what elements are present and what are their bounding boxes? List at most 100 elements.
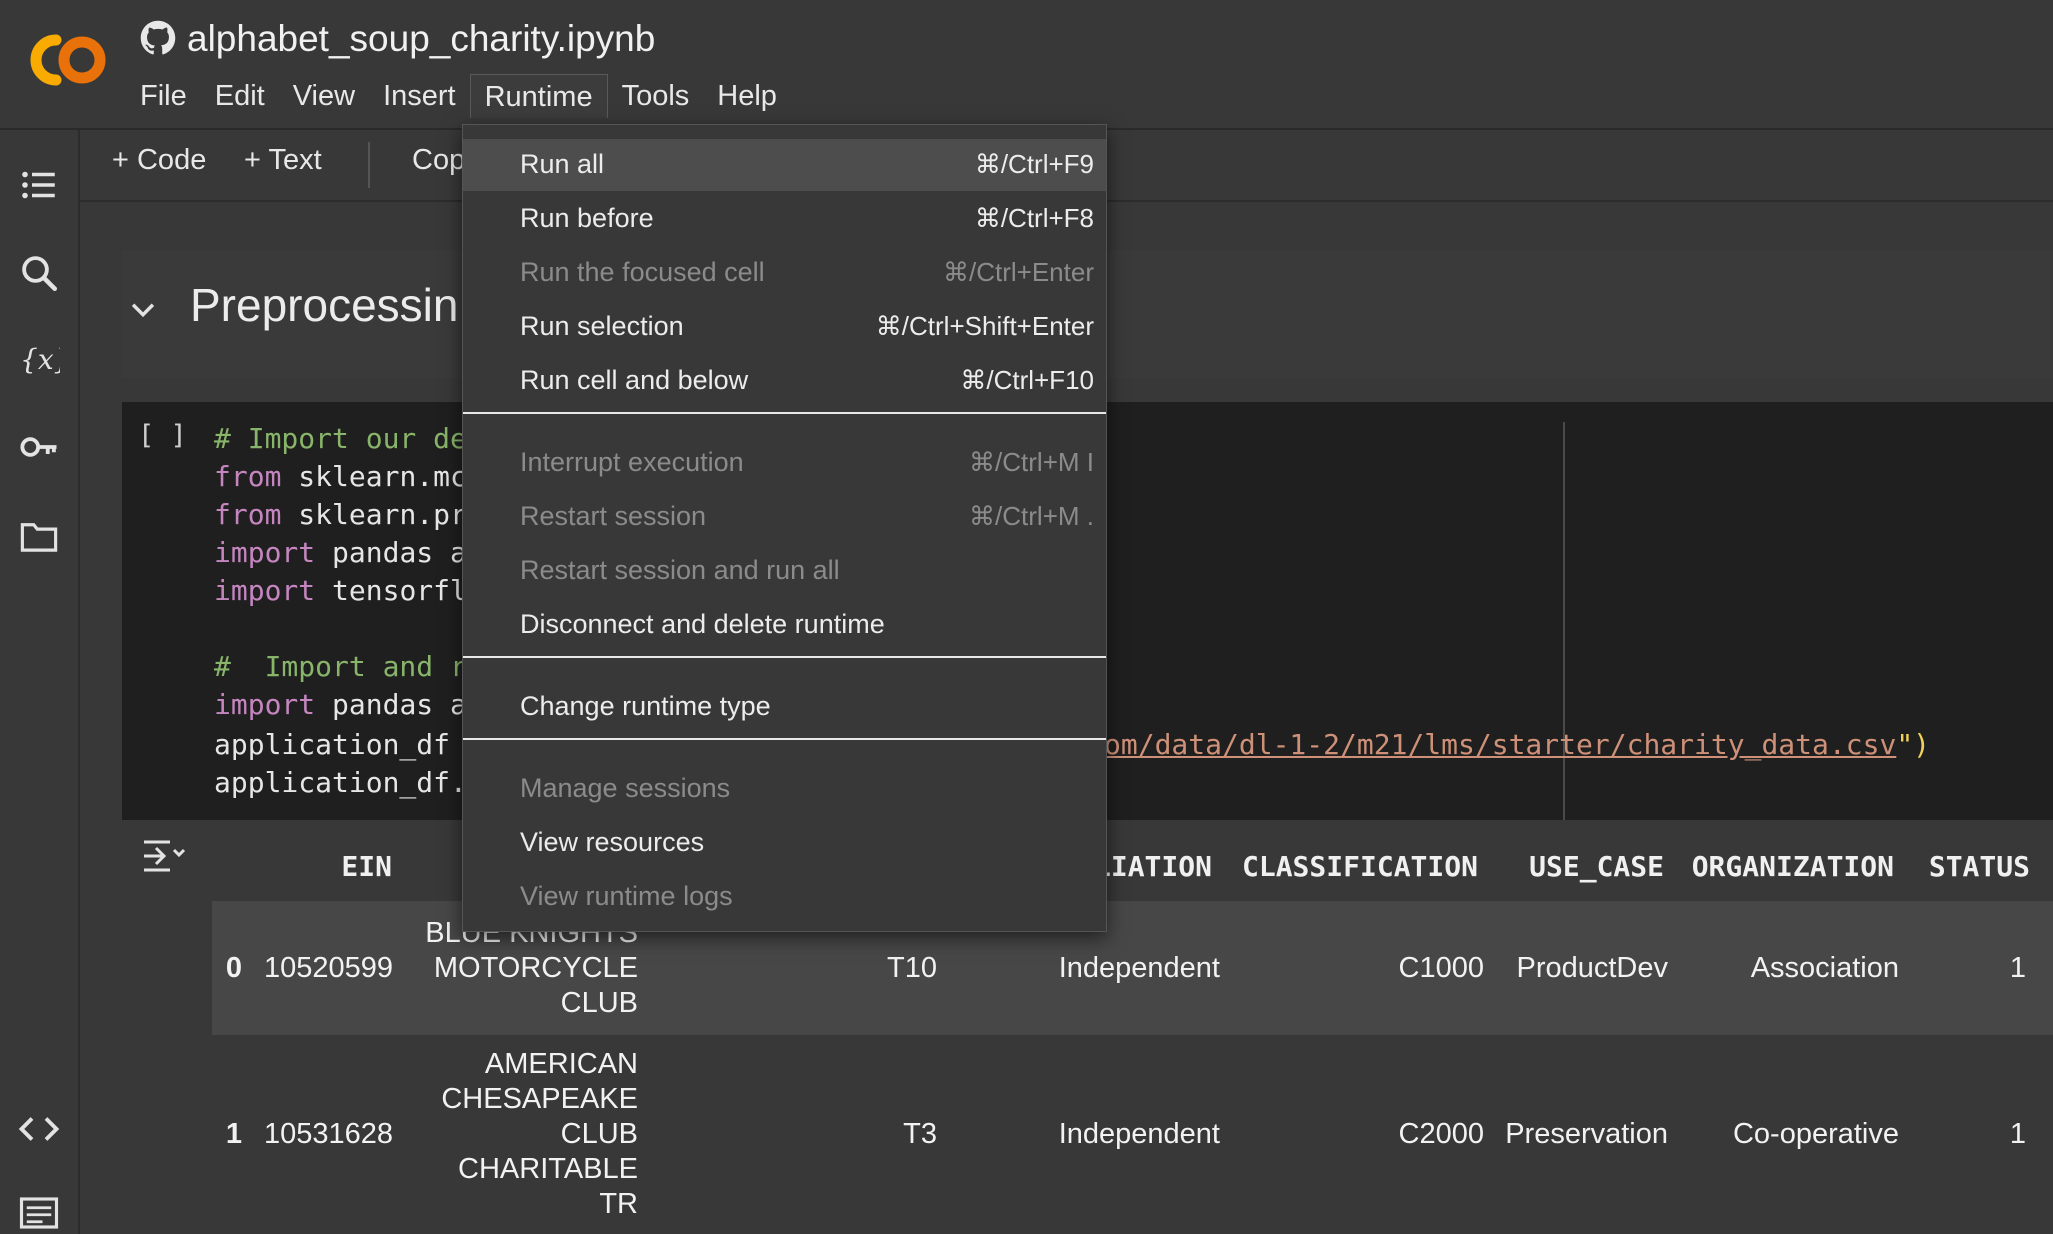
menu-item-shortcut: ⌘/Ctrl+F10: [960, 365, 1094, 395]
table-cell-app-type: T3: [903, 1117, 937, 1150]
table-cell-use-case: Preservation: [1505, 1117, 1668, 1150]
table-cell-classification: C2000: [1398, 1117, 1484, 1150]
menu-runtime[interactable]: Runtime: [469, 74, 608, 118]
add-text-cell-button[interactable]: + Text: [244, 144, 322, 177]
column-header: LIATION: [1093, 850, 1212, 883]
table-cell-ein: 10520599: [263, 951, 393, 984]
menu-item-run-selection[interactable]: Run selection ⌘/Ctrl+Shift+Enter: [463, 301, 1106, 353]
menu-item-view-runtime-logs: View runtime logs: [463, 871, 1106, 923]
menu-item-shortcut: ⌘/Ctrl+M I: [969, 447, 1094, 477]
menu-item-shortcut: ⌘/Ctrl+F8: [974, 203, 1094, 233]
code-line: application_df: [214, 728, 467, 761]
code-line: import pandas a: [214, 688, 467, 721]
code-line: import pandas a: [214, 536, 467, 569]
menu-item-run-all[interactable]: Run all ⌘/Ctrl+F9: [463, 139, 1106, 191]
code-token: application_df: [214, 728, 467, 761]
colab-logo[interactable]: [26, 30, 110, 90]
notebook-title[interactable]: alphabet_soup_charity.ipynb: [187, 18, 655, 60]
menu-bar: File Edit View Insert Runtime Tools Help: [126, 74, 791, 118]
code-token: import: [214, 536, 316, 569]
code-token: from: [214, 498, 282, 531]
table-cell-status: 1: [2009, 951, 2026, 984]
code-token: from: [214, 460, 282, 493]
menu-item-label: Run all: [520, 149, 605, 179]
table-cell-ein: 10531628: [263, 1117, 393, 1150]
menu-item-interrupt-execution: Interrupt execution ⌘/Ctrl+M I: [463, 437, 1106, 489]
runtime-menu-dropdown: Run all ⌘/Ctrl+F9 Run before ⌘/Ctrl+F8 Run t…: [462, 124, 1107, 932]
code-line: # Import and r: [214, 650, 467, 683]
menu-item-shortcut: ⌘/Ctrl+M .: [969, 501, 1094, 531]
url-close-paren: "): [1896, 728, 1931, 761]
menu-item-label: Disconnect and delete runtime: [520, 609, 885, 639]
left-sidebar: {x}: [0, 130, 80, 1234]
add-code-cell-button[interactable]: + Code: [112, 144, 206, 177]
menu-divider: [463, 738, 1106, 740]
code-line: from sklearn.mc: [214, 460, 467, 493]
menu-item-label: View resources: [520, 827, 705, 857]
variables-icon[interactable]: {x}: [18, 338, 60, 380]
toolbar-divider: [368, 142, 370, 188]
url-string: om/data/dl-1-2/m21/lms/starter/charity_d…: [1104, 728, 1897, 761]
column-header: CLASSIFICATION: [1241, 850, 1478, 883]
menu-item-label: Restart session: [520, 501, 707, 531]
code-token: tensorfl: [315, 574, 467, 607]
code-line: import tensorfl: [214, 574, 467, 607]
cell-run-indicator[interactable]: [ ]: [138, 420, 187, 451]
code-line: from sklearn.pr: [214, 498, 467, 531]
code-token: # Import our de: [214, 422, 467, 455]
menu-divider: [463, 656, 1106, 658]
search-icon[interactable]: [18, 252, 60, 294]
section-heading: Preprocessin: [190, 279, 459, 331]
output-actions-icon[interactable]: [140, 836, 186, 876]
code-snippets-icon[interactable]: [18, 1108, 60, 1150]
code-token: pandas a: [315, 536, 467, 569]
chevron-down-icon[interactable]: [126, 292, 160, 326]
menu-edit[interactable]: Edit: [201, 74, 279, 118]
code-url-fragment: om/data/dl-1-2/m21/lms/starter/charity_d…: [1104, 728, 1930, 761]
menu-view[interactable]: View: [279, 74, 369, 118]
menu-item-label: Run cell and below: [520, 365, 749, 395]
code-token: import: [214, 688, 316, 721]
code-token: sklearn.pr: [281, 498, 467, 531]
menu-insert[interactable]: Insert: [369, 74, 470, 118]
menu-item-run-the-focused-cell: Run the focused cell ⌘/Ctrl+Enter: [463, 247, 1106, 299]
menu-item-label: Run the focused cell: [520, 257, 765, 287]
terminal-icon[interactable]: [18, 1192, 60, 1234]
menu-item-change-runtime-type[interactable]: Change runtime type: [463, 681, 1106, 733]
table-cell-name: AMERICAN CHESAPEAKE CLUB CHARITABLE TR: [441, 1047, 638, 1220]
svg-text:{x}: {x}: [20, 343, 60, 376]
menu-item-shortcut: ⌘/Ctrl+Shift+Enter: [875, 311, 1094, 341]
menu-help[interactable]: Help: [703, 74, 791, 118]
table-cell-classification: C1000: [1398, 951, 1484, 984]
menu-item-shortcut: ⌘/Ctrl+Enter: [943, 257, 1094, 287]
table-cell-organization: Co-operative: [1732, 1117, 1899, 1150]
column-header: STATUS: [1928, 850, 2030, 883]
code-token: import: [214, 574, 316, 607]
copy-to-drive-button[interactable]: Cop: [412, 144, 465, 177]
menu-item-label: Run selection: [520, 311, 684, 341]
menu-item-view-resources[interactable]: View resources: [463, 817, 1106, 869]
menu-item-manage-sessions: Manage sessions: [463, 763, 1106, 815]
github-icon: [140, 20, 176, 55]
menu-item-label: Run before: [520, 203, 654, 233]
menu-item-disconnect-and-delete-runtime[interactable]: Disconnect and delete runtime: [463, 599, 1106, 651]
table-of-contents-icon[interactable]: [18, 164, 60, 206]
secrets-key-icon[interactable]: [18, 426, 60, 468]
code-line: application_df.: [214, 766, 467, 799]
code-token: pandas a: [315, 688, 467, 721]
table-cell-status: 1: [2009, 1117, 2026, 1150]
table-cell-use-case: ProductDev: [1516, 951, 1668, 984]
menu-item-run-before[interactable]: Run before ⌘/Ctrl+F8: [463, 193, 1106, 245]
table-cell-index: 1: [225, 1117, 242, 1150]
menu-item-run-cell-and-below[interactable]: Run cell and below ⌘/Ctrl+F10: [463, 355, 1106, 407]
code-token: application_df.: [214, 766, 467, 799]
code-token: sklearn.mc: [281, 460, 467, 493]
column-header: EIN: [341, 850, 392, 883]
column-header: USE_CASE: [1529, 850, 1664, 883]
menu-item-restart-session: Restart session ⌘/Ctrl+M .: [463, 491, 1106, 543]
table-cell-app-type: T10: [887, 951, 937, 984]
code-token: # Import and r: [214, 650, 467, 683]
menu-file[interactable]: File: [126, 74, 201, 118]
menu-tools[interactable]: Tools: [608, 74, 704, 118]
files-folder-icon[interactable]: [18, 516, 60, 558]
